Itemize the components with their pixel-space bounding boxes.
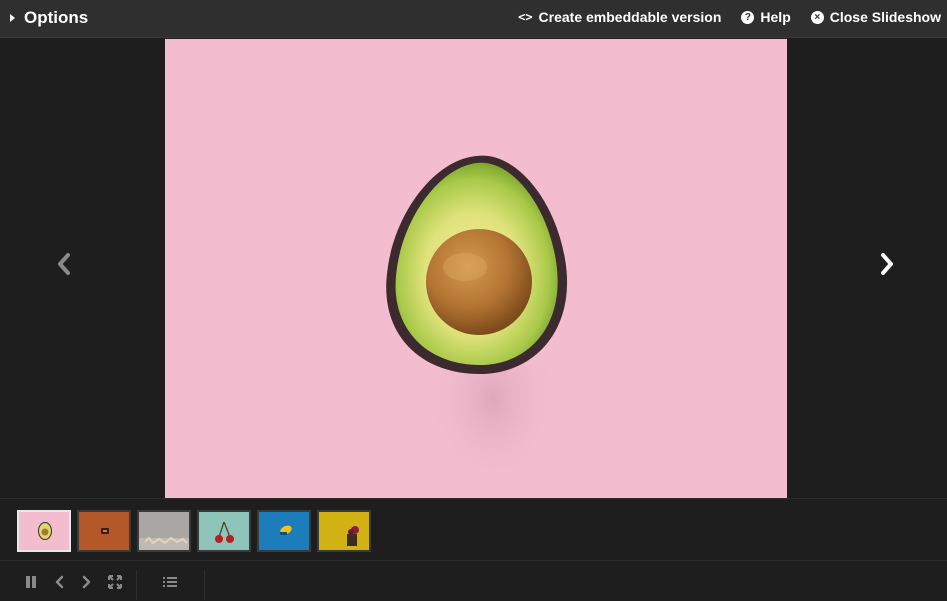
- controls-bar: [0, 562, 947, 601]
- pause-icon: [26, 576, 36, 588]
- code-icon: <>: [518, 10, 533, 24]
- previous-control-button[interactable]: [51, 574, 67, 590]
- thumbnail-blue[interactable]: [257, 510, 311, 552]
- thumbnail-grey[interactable]: [137, 510, 191, 552]
- help-label: Help: [760, 9, 791, 25]
- divider: [204, 570, 205, 600]
- thumbnail-avocado[interactable]: [17, 510, 71, 552]
- fullscreen-button[interactable]: [107, 574, 123, 590]
- thumbnail-mustard[interactable]: [317, 510, 371, 552]
- previous-slide-button[interactable]: [44, 244, 84, 284]
- list-view-button[interactable]: [162, 574, 178, 590]
- pause-button[interactable]: [23, 574, 39, 590]
- close-circle-icon: ×: [810, 10, 824, 24]
- slideshow-stage: [0, 39, 947, 498]
- avocado-photo: [386, 155, 568, 494]
- close-slideshow-label: Close Slideshow: [829, 9, 941, 25]
- close-slideshow-button[interactable]: × Close Slideshow: [810, 9, 941, 25]
- top-actions: <> Create embeddable version ? Help × Cl…: [498, 8, 941, 26]
- help-icon: ?: [741, 10, 755, 24]
- next-control-button[interactable]: [79, 574, 95, 590]
- chevron-right-icon: [82, 575, 91, 589]
- help-button[interactable]: ? Help: [741, 9, 791, 25]
- chevron-right-icon: [881, 253, 893, 275]
- next-slide-button[interactable]: [867, 244, 907, 284]
- thumbnail-cherries[interactable]: [197, 510, 251, 552]
- create-embeddable-label: Create embeddable version: [538, 9, 722, 25]
- triangle-right-icon: [10, 14, 15, 22]
- create-embeddable-button[interactable]: <> Create embeddable version: [518, 9, 721, 25]
- top-bar: Options <> Create embeddable version ? H…: [0, 0, 947, 38]
- fullscreen-icon: [108, 575, 122, 589]
- options-label: Options: [24, 8, 89, 27]
- chevron-left-icon: [58, 253, 70, 275]
- thumbnail-image: [38, 522, 52, 540]
- thumbnail-image: [139, 536, 189, 550]
- divider: [136, 570, 137, 600]
- chevron-left-icon: [55, 575, 64, 589]
- thumbnail-orange[interactable]: [77, 510, 131, 552]
- thumbnail-strip: [0, 498, 947, 561]
- thumbnail-image: [280, 525, 292, 535]
- thumbnail-image: [101, 528, 109, 534]
- thumbnail-image: [215, 521, 234, 543]
- options-toggle[interactable]: Options: [10, 7, 88, 29]
- list-icon: [163, 577, 177, 587]
- thumbnail-image: [347, 526, 359, 546]
- current-slide-image: [165, 39, 787, 498]
